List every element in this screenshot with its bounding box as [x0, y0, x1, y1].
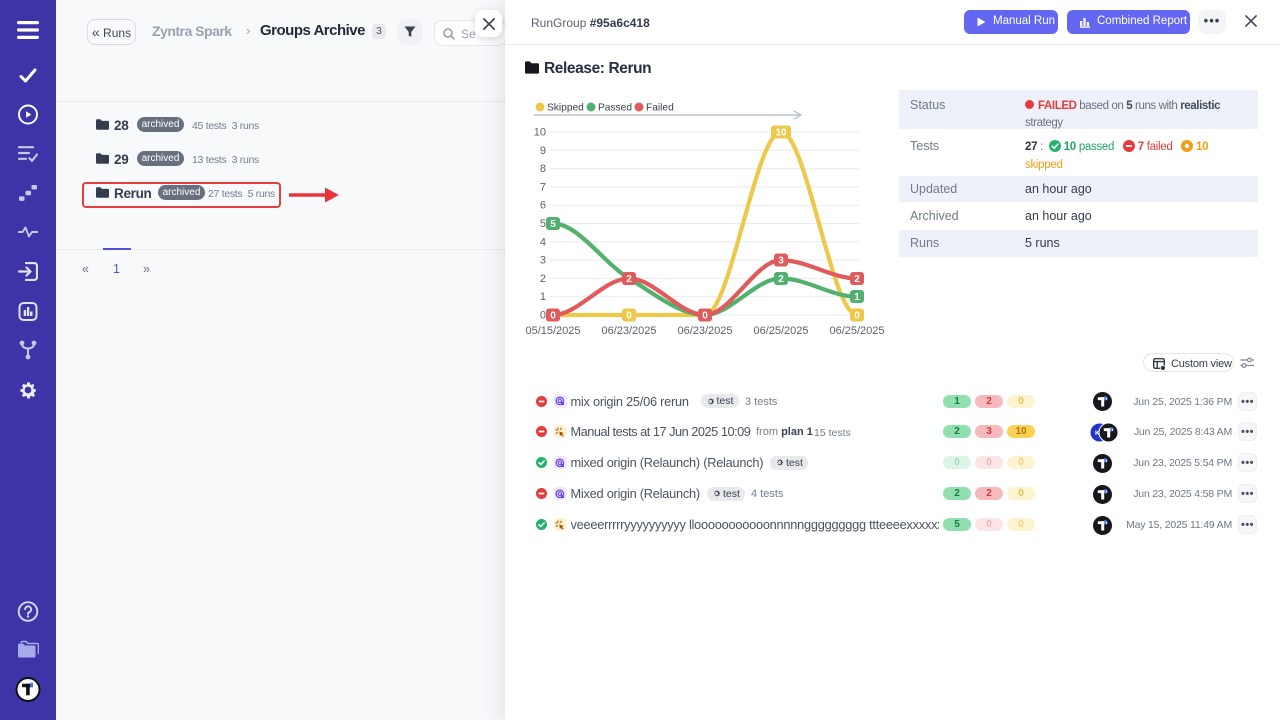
- svg-text:06/23/2025: 06/23/2025: [677, 325, 732, 337]
- svg-text:6: 6: [540, 200, 546, 212]
- svg-text:10: 10: [775, 128, 787, 139]
- svg-text:8: 8: [540, 163, 546, 175]
- svg-text:5: 5: [550, 219, 556, 230]
- svg-text:5: 5: [540, 218, 546, 230]
- svg-text:2: 2: [540, 273, 546, 285]
- svg-text:0: 0: [854, 311, 860, 322]
- svg-text:0: 0: [702, 311, 708, 322]
- svg-text:Failed: Failed: [646, 103, 674, 114]
- svg-text:06/25/2025: 06/25/2025: [829, 325, 884, 337]
- svg-text:Skipped: Skipped: [547, 103, 584, 114]
- svg-text:05/15/2025: 05/15/2025: [525, 325, 580, 337]
- svg-text:9: 9: [540, 145, 546, 157]
- svg-text:0: 0: [540, 310, 546, 322]
- svg-text:06/25/2025: 06/25/2025: [753, 325, 808, 337]
- svg-text:2: 2: [626, 274, 632, 285]
- svg-text:2: 2: [854, 274, 860, 285]
- svg-text:10: 10: [534, 127, 546, 139]
- svg-text:2: 2: [778, 274, 784, 285]
- svg-text:1: 1: [540, 291, 546, 303]
- svg-text:4: 4: [540, 236, 546, 248]
- svg-text:06/23/2025: 06/23/2025: [601, 325, 656, 337]
- svg-text:3: 3: [540, 255, 546, 267]
- svg-text:1: 1: [854, 292, 860, 303]
- svg-text:Passed: Passed: [598, 103, 632, 114]
- svg-text:0: 0: [550, 311, 556, 322]
- svg-text:7: 7: [540, 181, 546, 193]
- svg-text:3: 3: [778, 256, 784, 267]
- svg-text:0: 0: [626, 311, 632, 322]
